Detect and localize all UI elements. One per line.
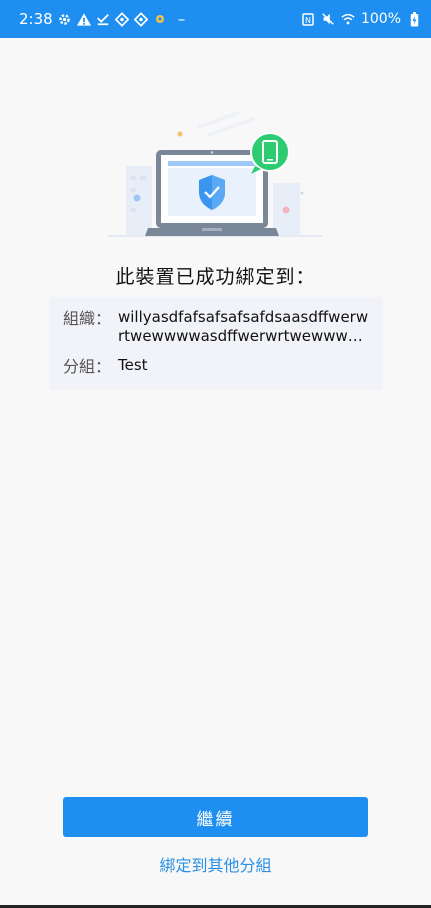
status-bar: 2:38 – N 100% [0,0,431,38]
app-notification-icon [153,12,167,26]
battery-percent: 100% [360,11,401,27]
warning-icon [76,12,91,26]
status-right: N 100% [301,11,421,27]
mute-icon [321,12,335,26]
status-left: 2:38 – [19,10,185,28]
nfc-icon: N [301,12,315,26]
battery-icon [407,11,421,26]
group-value: Test [118,356,148,374]
bind-to-other-group-link[interactable]: 綁定到其他分組 [0,852,431,876]
status-time: 2:38 [19,10,53,28]
svg-text:N: N [305,16,311,25]
bound-success-title: 此裝置已成功綁定到： [115,266,316,288]
group-label: 分組： [63,357,112,376]
binding-info-box: 組織： willyasdfafsafsafsafdsaasdffwerwrtwe… [49,297,383,390]
sync-icon-2 [133,11,148,27]
continue-button[interactable]: 繼續 [63,797,368,837]
org-value: willyasdfafsafsafsafdsaasdffwerwrtwewwww… [118,308,370,345]
gear-icon [58,12,72,26]
download-done-icon [96,12,110,26]
group-row: 分組： Test [63,356,371,377]
org-row: 組織： willyasdfafsafsafsafdsaasdffwerwrtwe… [63,308,371,346]
status-minus: – [177,10,186,28]
device-bound-illustration [108,110,322,237]
wifi-icon [341,12,355,26]
org-label: 組織： [63,309,112,328]
sync-icon [114,11,129,27]
